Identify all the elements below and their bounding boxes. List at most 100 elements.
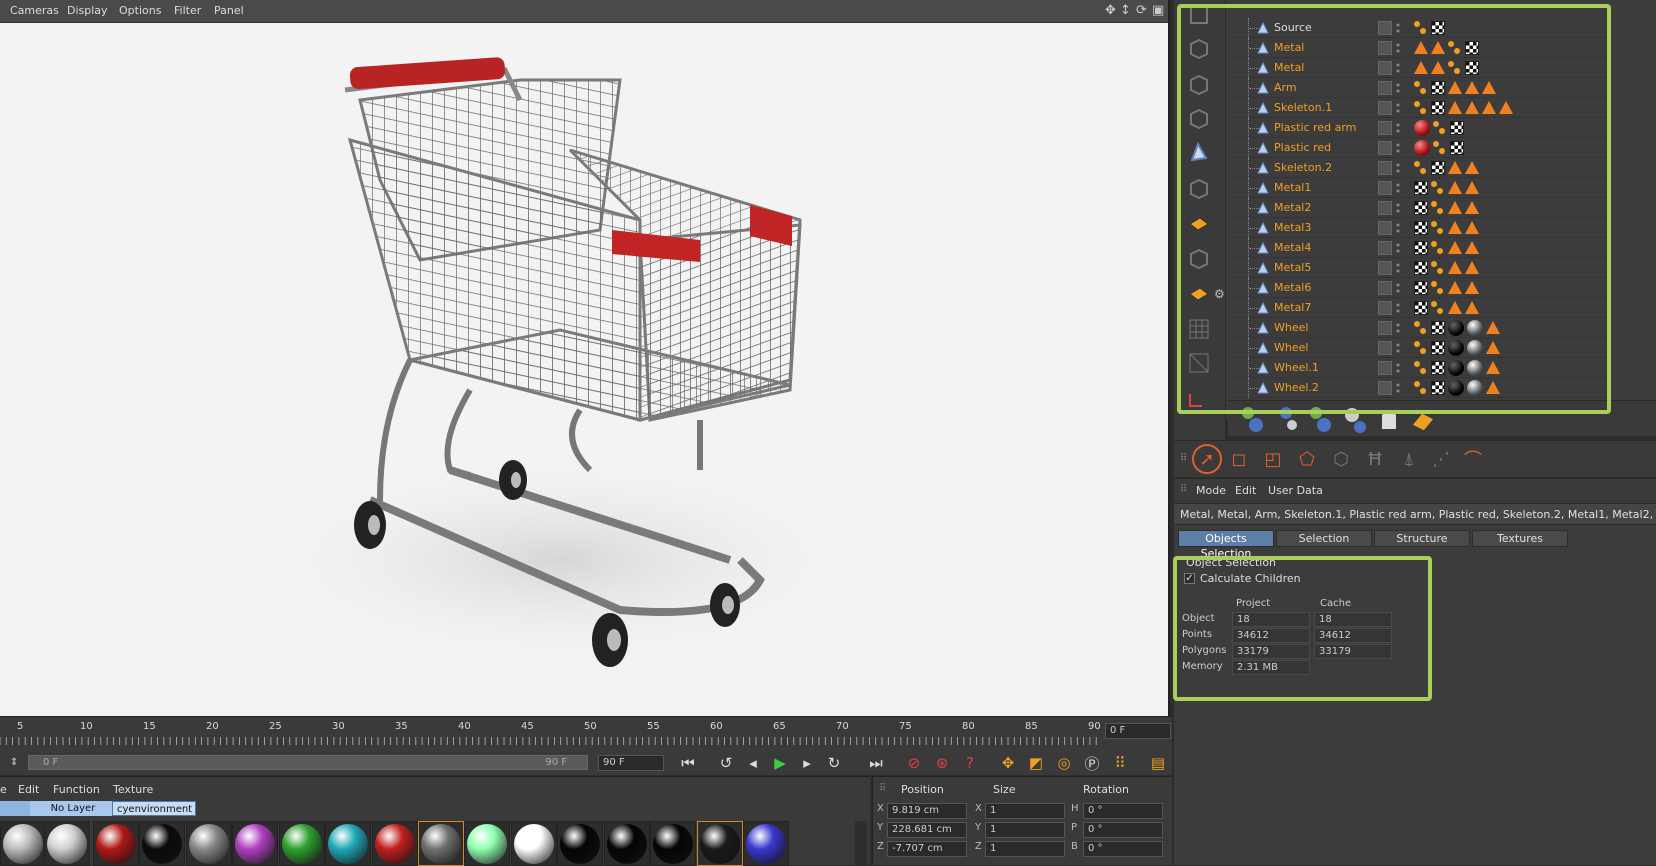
visibility-dots[interactable] (1396, 81, 1400, 95)
tweak-mode-icon[interactable] (1186, 316, 1212, 342)
material-swatch[interactable] (186, 821, 232, 866)
menu-create[interactable]: e (0, 783, 7, 796)
texture-tag-icon[interactable] (1414, 241, 1428, 255)
visibility-toggle[interactable] (1378, 141, 1392, 155)
select-tool-icon[interactable]: ➚ (1192, 444, 1222, 474)
phong-tag-icon[interactable] (1486, 321, 1500, 334)
axis-mode-icon[interactable] (1186, 280, 1212, 306)
object-row[interactable]: Metal4 (1228, 238, 1608, 258)
uvw-tag-icon[interactable] (1414, 361, 1428, 375)
go-to-start-icon[interactable]: ⏮ (676, 752, 700, 774)
uvw-tag-icon[interactable] (1431, 281, 1445, 295)
object-name[interactable]: Metal2 (1274, 201, 1311, 214)
object-row[interactable]: Metal1 (1228, 178, 1608, 198)
object-list[interactable]: Source Metal Metal Arm Skeleton.1 Plastic red… (1228, 0, 1608, 400)
cube-icon[interactable] (1186, 36, 1212, 62)
phong-tag-icon[interactable] (1465, 241, 1479, 254)
visibility-toggle[interactable] (1378, 161, 1392, 175)
object-row[interactable]: Metal (1228, 58, 1608, 78)
uvw-tag-icon[interactable] (1448, 41, 1462, 55)
phong-tag-icon[interactable] (1448, 221, 1462, 234)
texture-tag-icon[interactable] (1450, 141, 1464, 155)
texture-tag-icon[interactable] (1431, 361, 1445, 375)
object-name[interactable]: Metal7 (1274, 301, 1311, 314)
texture-tag-icon[interactable] (1431, 381, 1445, 395)
red-material-tag-icon[interactable] (1414, 140, 1430, 156)
visibility-toggle[interactable] (1378, 101, 1392, 115)
material-swatch[interactable] (464, 821, 510, 866)
object-name[interactable]: Wheel.2 (1274, 381, 1319, 394)
uvw-tag-icon[interactable] (1431, 261, 1445, 275)
visibility-toggle[interactable] (1378, 121, 1392, 135)
object-row[interactable]: Metal2 (1228, 198, 1608, 218)
object-row[interactable]: Source (1228, 18, 1608, 38)
phong-tag-icon[interactable] (1465, 161, 1479, 174)
menu-edit[interactable]: Edit (18, 783, 39, 796)
texture-tag-icon[interactable] (1414, 221, 1428, 235)
position-field[interactable]: -7.707 cm (887, 841, 967, 857)
size-field[interactable]: 1 (985, 822, 1065, 838)
texture-tag-icon[interactable] (1465, 41, 1479, 55)
texture-tag-icon[interactable] (1414, 301, 1428, 315)
visibility-dots[interactable] (1396, 321, 1400, 335)
polygons-mode-icon[interactable] (1186, 246, 1212, 272)
menu-user-data[interactable]: User Data (1268, 484, 1323, 497)
texture-tag-icon[interactable] (1431, 101, 1445, 115)
menu-texture[interactable]: Texture (113, 783, 153, 796)
texture-tag-icon[interactable] (1414, 261, 1428, 275)
material-swatch[interactable] (418, 821, 464, 866)
position-field[interactable]: 9.819 cm (887, 803, 967, 819)
visibility-dots[interactable] (1396, 201, 1400, 215)
visibility-toggle[interactable] (1378, 181, 1392, 195)
tab-structure[interactable]: Structure (1374, 530, 1470, 547)
phong-tag-icon[interactable] (1448, 81, 1462, 94)
next-frame-icon[interactable]: ▸ (795, 752, 819, 774)
uvw-tag-icon[interactable] (1414, 81, 1428, 95)
object-row[interactable]: Wheel.1 (1228, 358, 1608, 378)
phong-tag-icon[interactable] (1465, 301, 1479, 314)
metal-material-tag-icon[interactable] (1467, 360, 1483, 376)
phong-tag-icon[interactable] (1482, 81, 1496, 94)
object-mode-icon[interactable] (1186, 72, 1212, 98)
phong-tag-icon[interactable] (1465, 261, 1479, 274)
layer-tab-all[interactable] (0, 801, 30, 816)
visibility-dots[interactable] (1396, 101, 1400, 115)
phong-tag-icon[interactable] (1414, 41, 1428, 54)
object-name[interactable]: Metal5 (1274, 261, 1311, 274)
uvw-tag-icon[interactable] (1433, 141, 1447, 155)
uvw-tag-icon[interactable] (1448, 61, 1462, 75)
record-icon[interactable]: ⊘ (902, 752, 926, 774)
object-row[interactable]: Wheel (1228, 338, 1608, 358)
uvw-tag-icon[interactable] (1431, 201, 1445, 215)
material-swatch[interactable] (557, 821, 603, 866)
texture-tag-icon[interactable] (1414, 281, 1428, 295)
visibility-toggle[interactable] (1378, 81, 1392, 95)
object-row[interactable]: Plastic red arm (1228, 118, 1608, 138)
visibility-dots[interactable] (1396, 301, 1400, 315)
visibility-dots[interactable] (1396, 141, 1400, 155)
layer-tab-environment[interactable]: cyenvironment (112, 801, 196, 816)
phong-tag-icon[interactable] (1499, 101, 1513, 114)
object-name[interactable]: Metal3 (1274, 221, 1311, 234)
texture-tag-icon[interactable] (1450, 121, 1464, 135)
autokey-icon[interactable]: ⊛ (930, 752, 954, 774)
gear-icon[interactable]: ⚙ (1214, 287, 1225, 301)
rectangle-select-icon[interactable]: ◻ (1224, 444, 1254, 474)
visibility-toggle[interactable] (1378, 381, 1392, 395)
menu-filter[interactable]: Filter (174, 4, 201, 17)
metal-material-tag-icon[interactable] (1467, 380, 1483, 396)
cloner-icon[interactable] (1306, 405, 1336, 435)
material-swatch[interactable] (511, 821, 557, 866)
material-swatch[interactable] (0, 821, 46, 866)
phong-tag-icon[interactable] (1448, 161, 1462, 174)
material-swatch[interactable] (697, 821, 743, 866)
maximize-view-icon[interactable]: ▣ (1152, 3, 1164, 18)
object-name[interactable]: Source (1274, 21, 1312, 34)
visibility-dots[interactable] (1396, 261, 1400, 275)
visibility-dots[interactable] (1396, 241, 1400, 255)
rotation-field[interactable]: 0 ° (1083, 803, 1163, 819)
size-field[interactable]: 1 (985, 803, 1065, 819)
ghost-icon[interactable] (1374, 405, 1404, 435)
spline-tool-icon[interactable]: ⌒ (1458, 444, 1488, 474)
black-material-tag-icon[interactable] (1448, 320, 1464, 336)
